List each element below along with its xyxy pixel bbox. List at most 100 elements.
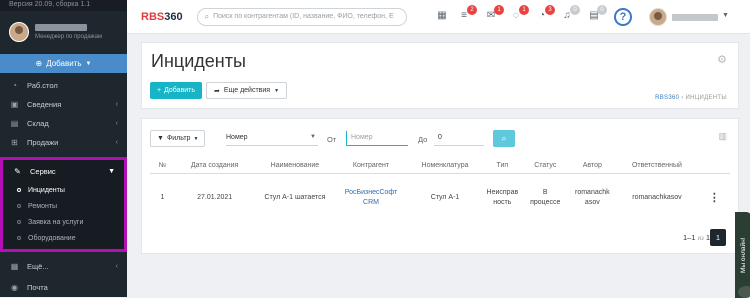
filter-field-value: Номер bbox=[226, 134, 248, 141]
logo-text: RBS bbox=[141, 10, 165, 23]
more-actions-button[interactable]: ➦ Еще действия ▼ bbox=[206, 82, 288, 99]
sidebar-item-service[interactable]: ✎ Сервис ▼ bbox=[3, 160, 124, 182]
to-label: До bbox=[418, 135, 428, 144]
sidebar-item-info[interactable]: ▣ Сведения ‹ bbox=[0, 95, 127, 114]
incidents-panel: ▼ Фильтр ▼ Номер ▼ От Номер До 0 ⌕ ▥ № Д… bbox=[141, 118, 739, 254]
search-button[interactable]: ⌕ bbox=[493, 130, 515, 147]
cell-counterparty[interactable]: РосБизнесСофт CRM bbox=[336, 173, 407, 223]
breadcrumb-current: ИНЦИДЕНТЫ bbox=[685, 95, 727, 101]
sidebar-item-label: Продажи bbox=[27, 138, 59, 147]
mail-icon: ◉ bbox=[11, 283, 18, 292]
search-icon: ⌕ bbox=[501, 133, 507, 143]
sidebar-subitem-service-request[interactable]: Заявка на услуги bbox=[3, 214, 124, 230]
cart-icon: ⊞ bbox=[11, 138, 18, 147]
chevron-left-icon: ‹ bbox=[115, 263, 118, 270]
avatar[interactable] bbox=[649, 8, 667, 26]
notes-icon[interactable]: ▤ 0 bbox=[587, 5, 607, 24]
user-name bbox=[35, 24, 87, 31]
sidebar-item-warehouse[interactable]: ▤ Склад ‹ bbox=[0, 114, 127, 133]
from-label: От bbox=[327, 135, 337, 144]
share-icon: ➦ bbox=[214, 87, 220, 95]
breadcrumb-link[interactable]: RBS360 bbox=[655, 95, 679, 101]
pagination-info: 1–1 из 1 bbox=[683, 233, 710, 242]
filter-bar: ▼ Фильтр ▼ Номер ▼ От Номер До 0 ⌕ ▥ bbox=[150, 130, 730, 148]
online-chat-widget[interactable]: Мы онлайн! bbox=[735, 212, 750, 298]
col-header-author[interactable]: Автор bbox=[569, 158, 616, 174]
sidebar-subitem-equipment[interactable]: Оборудование bbox=[3, 230, 124, 246]
cell-date: 27.01.2021 bbox=[197, 194, 233, 202]
search-placeholder: Поиск по контрагентам (ID, название, ФИО… bbox=[213, 13, 394, 20]
sidebar-subitem-incidents[interactable]: Инциденты bbox=[3, 182, 124, 198]
search-icon: ⌕ bbox=[204, 11, 210, 21]
cell-author: romanachkasov bbox=[575, 189, 610, 207]
briefcase-icon: ▣ bbox=[10, 100, 19, 109]
to-input[interactable]: 0 bbox=[434, 131, 484, 146]
circle-icon bbox=[17, 188, 21, 192]
notes-badge: 0 bbox=[597, 5, 607, 15]
calendar-icon[interactable]: ▦ bbox=[435, 10, 449, 24]
user-name[interactable] bbox=[672, 14, 718, 21]
help-icon[interactable]: ? bbox=[614, 8, 632, 26]
caret-down-icon: ▼ bbox=[274, 87, 280, 94]
car-icon: ▤ bbox=[10, 119, 19, 128]
sidebar-item-more[interactable]: ▦ Ещё... ‹ bbox=[0, 257, 127, 276]
bell-icon[interactable]: ♫ 0 bbox=[560, 5, 580, 24]
sidebar-item-label: Сведения bbox=[27, 100, 62, 109]
bell-badge: 0 bbox=[570, 5, 580, 15]
col-header-counterparty[interactable]: Контрагент bbox=[335, 158, 407, 174]
filter-label: Фильтр bbox=[166, 135, 191, 142]
dashboard-icon: ◔ bbox=[12, 81, 17, 90]
filter-field-select[interactable]: Номер ▼ bbox=[226, 132, 318, 146]
columns-icon[interactable]: ▥ bbox=[718, 131, 727, 142]
sidebar-item-sales[interactable]: ⊞ Продажи ‹ bbox=[0, 133, 127, 152]
chevron-left-icon: ‹ bbox=[115, 120, 118, 127]
sidebar-subitem-repairs[interactable]: Ремонты bbox=[3, 198, 124, 214]
chevron-left-icon: ‹ bbox=[115, 139, 118, 146]
col-header-status[interactable]: Статус bbox=[521, 158, 570, 174]
sidebar-user[interactable]: Менеджер по продажам bbox=[0, 11, 127, 53]
col-header-nomenclature[interactable]: Номенклатура bbox=[406, 158, 484, 174]
table-header-row: № Дата создания Наименование Контрагент … bbox=[150, 158, 730, 174]
mail-icon[interactable]: ✉ 1 bbox=[484, 5, 504, 24]
breadcrumb-separator: › bbox=[681, 95, 684, 101]
sidebar-subitem-label: Заявка на услуги bbox=[28, 218, 84, 226]
wrench-icon: ✎ bbox=[14, 166, 21, 176]
plus-icon: + bbox=[157, 87, 162, 94]
col-header-actions bbox=[698, 158, 730, 174]
add-button[interactable]: ⊕ Добавить ▼ bbox=[0, 54, 127, 73]
add-incident-button[interactable]: + Добавить bbox=[150, 82, 203, 99]
col-header-number[interactable]: № bbox=[150, 158, 176, 174]
sidebar-item-mail[interactable]: ◉ Почта bbox=[0, 278, 127, 297]
comments-icon[interactable]: ◔ 3 bbox=[535, 5, 555, 24]
avatar[interactable] bbox=[9, 22, 29, 42]
filter-button[interactable]: ▼ Фильтр ▼ bbox=[150, 130, 206, 147]
sidebar-item-label: Сервис bbox=[30, 166, 56, 176]
circle-icon bbox=[17, 204, 21, 208]
gear-icon[interactable]: ⚙ bbox=[717, 53, 727, 66]
more-actions-label: Еще действия bbox=[223, 87, 271, 94]
col-header-type[interactable]: Тип bbox=[483, 158, 522, 174]
col-header-name[interactable]: Наименование bbox=[254, 158, 336, 174]
logo[interactable]: RBS 360 bbox=[141, 11, 183, 23]
chat-badge: 1 bbox=[519, 5, 529, 15]
table-row[interactable]: 1 27.01.2021 Стул А-1 шатается РосБизнес… bbox=[150, 173, 730, 223]
tasks-icon[interactable]: ≡ 2 bbox=[457, 5, 477, 24]
chat-icon[interactable]: ◌ 1 bbox=[509, 5, 529, 24]
from-input[interactable]: Номер bbox=[346, 131, 408, 146]
row-menu-icon[interactable]: ⋮ bbox=[699, 173, 730, 223]
sidebar-item-dashboard[interactable]: ◔ Раб.стол bbox=[0, 76, 127, 95]
col-header-responsible[interactable]: Ответственный bbox=[615, 158, 699, 174]
grid-icon: ▦ bbox=[10, 262, 19, 271]
cell-type: Неисправность bbox=[486, 189, 519, 207]
circle-icon bbox=[17, 220, 21, 224]
page-button[interactable]: 1 bbox=[710, 229, 726, 246]
col-header-date[interactable]: Дата создания bbox=[175, 158, 255, 174]
search-input[interactable]: ⌕ Поиск по контрагентам (ID, название, Ф… bbox=[196, 7, 407, 26]
page-header: Инциденты ⚙ + Добавить ➦ Еще действия ▼ … bbox=[141, 42, 739, 109]
chevron-left-icon: ‹ bbox=[115, 101, 118, 108]
circle-icon bbox=[17, 236, 21, 240]
sidebar-item-label: Ещё... bbox=[27, 262, 49, 271]
caret-down-icon[interactable]: ▼ bbox=[722, 12, 729, 19]
cell-name: Стул А-1 шатается bbox=[264, 194, 326, 202]
sidebar-subitem-label: Инциденты bbox=[28, 186, 65, 194]
